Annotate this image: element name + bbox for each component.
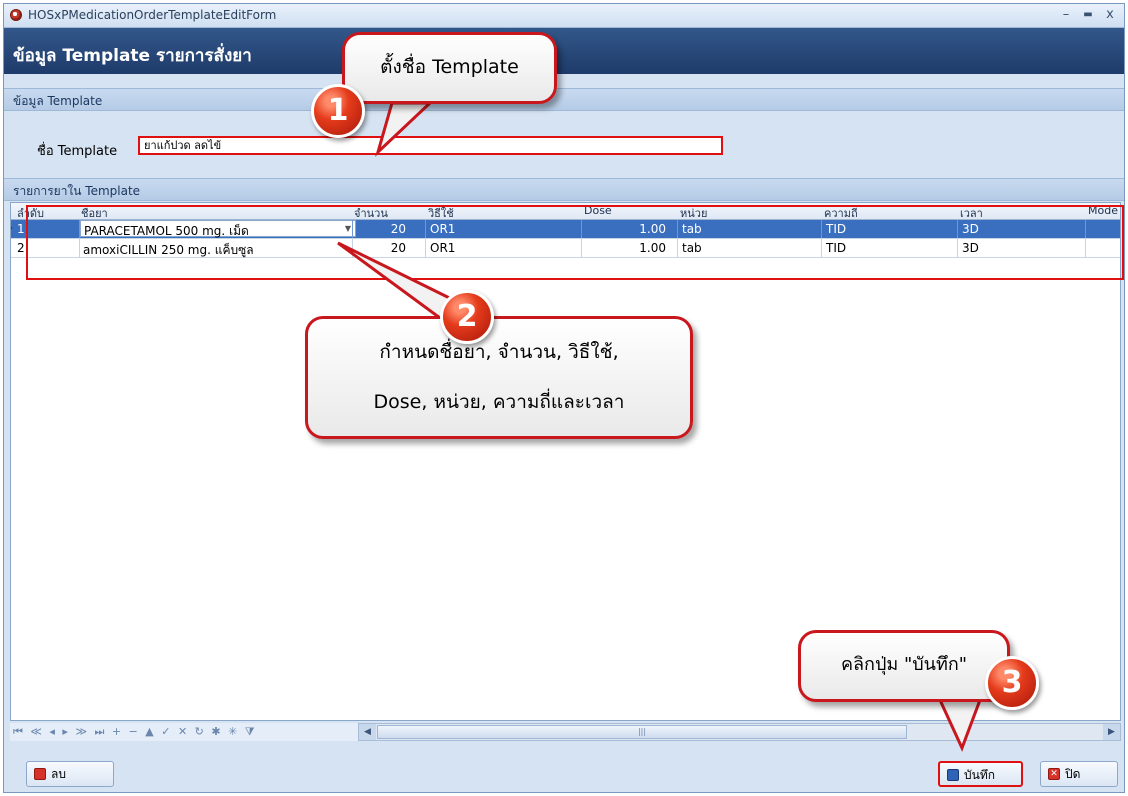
trash-icon [34,768,46,780]
form-header: ข้อมูล Template รายการสั่งยา [4,28,1124,74]
grid-divider [581,239,582,257]
grid-divider [821,239,822,257]
grid-divider [821,220,822,238]
dropdown-arrow-icon[interactable]: ▼ [345,224,351,233]
scroll-thumb[interactable]: ||| [377,725,907,739]
cell-unit[interactable]: tab [682,222,702,236]
template-name-label: ชื่อ Template [37,144,118,159]
cell-time[interactable]: 3D [962,241,979,255]
delete-button[interactable]: ลบ [26,761,114,787]
grid-divider [352,220,353,238]
button-bar: ลบ บันทึก ✕ ปิด [4,749,1124,792]
grid-divider [957,239,958,257]
horizontal-scrollbar[interactable]: ◀ ||| ▶ [358,723,1121,741]
drug-name-editor[interactable]: PARACETAMOL 500 mg. เม็ด ▼ [80,220,356,238]
column-header-mode[interactable]: Mode [1088,204,1118,217]
template-items-group: รายการยาใน Template [4,178,1124,201]
delete-button-label: ลบ [51,767,66,781]
column-header-dose[interactable]: Dose [584,204,612,217]
grid-divider [425,220,426,238]
page-title: ข้อมูล Template รายการสั่งยา [13,46,252,66]
template-name-input[interactable]: ยาแก้ปวด ลดไข้ [138,136,723,155]
step-3-badge: 3 [985,656,1039,710]
cell-seq[interactable]: 2 [17,241,25,255]
grid-divider [677,220,678,238]
cell-qty[interactable]: 20 [356,222,406,236]
window-title: HOSxPMedicationOrderTemplateEditForm [28,8,277,22]
template-info-label: ข้อมูล Template [13,94,103,108]
callout-2-line-2: Dose, หน่วย, ความถี่และเวลา [373,391,625,413]
callout-3-text: คลิกปุ่ม "บันทึก" [840,654,968,675]
save-button-label: บันทึก [964,768,995,782]
maximize-button[interactable]: ▬ [1079,7,1097,23]
scroll-left-icon[interactable]: ◀ [359,724,376,740]
cell-freq[interactable]: TID [826,241,846,255]
record-navigator[interactable]: ⏮ ≪ ◂ ▸ ≫ ⏭ + − ▲ ✓ ✕ ↻ ✱ ✳ ⧩ [10,723,358,741]
minimize-button[interactable]: – [1057,7,1075,23]
app-icon [10,9,22,21]
title-bar: HOSxPMedicationOrderTemplateEditForm – ▬… [4,4,1124,28]
scroll-right-icon[interactable]: ▶ [1103,724,1120,740]
callout-1: ตั้งชื่อ Template [342,32,557,104]
cell-dose[interactable]: 1.00 [586,241,666,255]
callout-2: กำหนดชื่อยา, จำนวน, วิธีใช้, Dose, หน่วย… [305,316,693,439]
table-row[interactable]: › 1 PARACETAMOL 500 mg. เม็ด ▼ 20 OR1 1.… [11,220,1120,239]
callout-3: คลิกปุ่ม "บันทึก" [798,630,1010,702]
grid-divider [1085,220,1086,238]
template-info-group: ข้อมูล Template [4,88,1124,111]
grid-divider [79,239,80,257]
template-items-label: รายการยาใน Template [13,184,141,198]
callout-1-text: ตั้งชื่อ Template [380,56,519,78]
grid-header: ลำดับ ชื่อยา จำนวน วิธีใช้ Dose หน่วย คว… [11,203,1120,220]
step-2-badge: 2 [440,290,494,344]
close-button-label: ปิด [1065,767,1081,781]
cell-qty[interactable]: 20 [356,241,406,255]
cell-unit[interactable]: tab [682,241,702,255]
cell-seq[interactable]: 1 [17,222,25,236]
grid-divider [581,220,582,238]
grid-divider [677,239,678,257]
floppy-disk-icon [947,769,959,781]
grid-divider [352,239,353,257]
cell-usage[interactable]: OR1 [430,222,455,236]
grid-divider [425,239,426,257]
close-window-button[interactable]: x [1101,7,1119,23]
grid-divider [79,220,80,238]
callout-2-line-1: กำหนดชื่อยา, จำนวน, วิธีใช้, [379,341,619,363]
table-row[interactable]: 2 amoxiCILLIN 250 mg. แค็บซูล 20 OR1 1.0… [11,239,1120,258]
close-button[interactable]: ✕ ปิด [1040,761,1118,787]
cell-usage[interactable]: OR1 [430,241,455,255]
cell-drug[interactable]: amoxiCILLIN 250 mg. แค็บซูล [83,241,254,260]
row-indicator-icon: › [11,223,13,234]
step-1-badge: 1 [311,84,365,138]
close-x-icon: ✕ [1048,768,1060,780]
grid-divider [1085,239,1086,257]
cell-dose[interactable]: 1.00 [586,222,666,236]
grid-divider [957,220,958,238]
cell-time[interactable]: 3D [962,222,979,236]
cell-freq[interactable]: TID [826,222,846,236]
save-button[interactable]: บันทึก [938,761,1023,787]
